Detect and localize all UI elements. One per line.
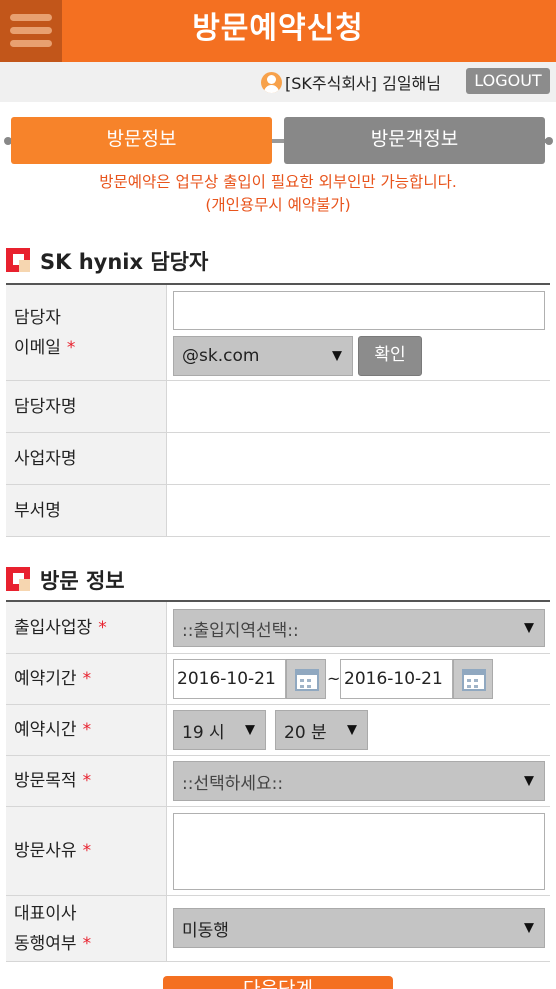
dropdown-arrow-icon: ▼ — [524, 620, 534, 636]
email-label-line1: 담당자 — [14, 307, 61, 328]
user-icon — [261, 72, 282, 93]
hour-select-value: 19 시 — [182, 722, 225, 743]
purpose-select[interactable]: ::선택하세요:: ▼ — [173, 761, 545, 801]
email-domain-select[interactable]: @sk.com ▼ — [173, 336, 353, 376]
time-label: 예약시간 * — [6, 705, 167, 755]
date-from-input[interactable]: 2016-10-21 — [173, 659, 286, 699]
site-select-value: ::출입지역선택:: — [182, 620, 299, 641]
dept-name-row: 부서명 — [6, 485, 550, 537]
required-mark: * — [82, 771, 92, 791]
dept-name-label: 부서명 — [6, 485, 167, 536]
logout-button[interactable]: LOGOUT — [466, 68, 550, 94]
section-title-visit: 방문 정보 — [6, 565, 125, 595]
reason-row: 방문사유 * — [6, 807, 550, 896]
purpose-row: 방문목적 * ::선택하세요:: ▼ — [6, 756, 550, 807]
manager-form: 담당자 이메일 * @sk.com ▼ 확인 담당자명 사업자명 부서명 — [6, 283, 550, 537]
page-title: 방문예약신청 — [192, 11, 364, 46]
business-name-label: 사업자명 — [6, 433, 167, 484]
email-domain-value: @sk.com — [182, 346, 260, 366]
ceo-label-line2: 동행여부 — [14, 933, 77, 954]
reason-label: 방문사유 * — [6, 807, 167, 895]
ceo-label-line1: 대표이사 — [14, 903, 77, 924]
date-separator: ~ — [327, 669, 341, 688]
email-row: 담당자 이메일 * @sk.com ▼ 확인 — [6, 285, 550, 381]
purpose-label-text: 방문목적 — [14, 771, 77, 791]
manager-name-row: 담당자명 — [6, 381, 550, 433]
required-mark: * — [66, 337, 76, 358]
email-label: 담당자 이메일 * — [6, 285, 167, 380]
dropdown-arrow-icon: ▼ — [347, 722, 357, 738]
period-row: 예약기간 * 2016-10-21 ~ 2016-10-21 — [6, 654, 550, 705]
required-mark: * — [82, 669, 92, 689]
dropdown-arrow-icon: ▼ — [245, 722, 255, 738]
section-bullet-icon — [6, 248, 30, 272]
required-mark: * — [82, 933, 92, 954]
required-mark: * — [98, 617, 107, 638]
tab-line-dot — [545, 137, 553, 145]
purpose-label: 방문목적 * — [6, 756, 167, 806]
calendar-icon[interactable] — [286, 659, 326, 699]
email-label-line2: 이메일 — [14, 337, 61, 358]
dropdown-arrow-icon: ▼ — [332, 348, 342, 364]
confirm-button[interactable]: 확인 — [358, 336, 422, 376]
minute-select[interactable]: 20 분 ▼ — [275, 710, 368, 750]
email-input[interactable] — [173, 291, 545, 330]
ceo-accompany-label: 대표이사 동행여부 * — [6, 896, 167, 961]
tab-visitor-info[interactable]: 방문객정보 — [284, 117, 545, 164]
tab-visit-info[interactable]: 방문정보 — [11, 117, 272, 164]
visit-form: 출입사업장 * ::출입지역선택:: ▼ 예약기간 * 2016-10-21 ~ 2… — [6, 600, 550, 962]
time-row: 예약시간 * 19 시 ▼ 20 분 ▼ — [6, 705, 550, 756]
ceo-accompany-row: 대표이사 동행여부 * 미동행 ▼ — [6, 896, 550, 962]
minute-select-value: 20 분 — [284, 722, 327, 743]
site-select[interactable]: ::출입지역선택:: ▼ — [173, 609, 545, 647]
app-header: 방문예약신청 — [0, 0, 556, 62]
section-title-manager: SK hynix 담당자 — [6, 246, 208, 276]
required-mark: * — [82, 841, 92, 861]
ceo-accompany-select[interactable]: 미동행 ▼ — [173, 908, 545, 948]
notice-line-1: 방문예약은 업무상 출입이 필요한 외부인만 가능합니다. — [99, 173, 457, 191]
user-name: [SK주식회사] 김일해님 — [285, 74, 441, 93]
reason-textarea[interactable] — [173, 813, 545, 890]
dropdown-arrow-icon: ▼ — [524, 920, 534, 936]
next-step-button[interactable]: 다음단계 — [163, 976, 393, 989]
calendar-icon[interactable] — [453, 659, 493, 699]
section-title-text: SK hynix 담당자 — [40, 250, 209, 274]
dropdown-arrow-icon: ▼ — [524, 773, 534, 789]
reason-label-text: 방문사유 — [14, 841, 77, 861]
notice-line-2: (개인용무시 예약불가) — [205, 196, 351, 214]
site-label-text: 출입사업장 — [14, 617, 93, 638]
site-label: 출입사업장 * — [6, 602, 167, 653]
business-name-row: 사업자명 — [6, 433, 550, 485]
period-label-text: 예약기간 — [14, 669, 77, 689]
ceo-accompany-value: 미동행 — [182, 920, 229, 941]
section-bullet-icon — [6, 567, 30, 591]
time-label-text: 예약시간 — [14, 720, 77, 740]
hour-select[interactable]: 19 시 ▼ — [173, 710, 266, 750]
required-mark: * — [82, 720, 92, 740]
manager-name-label: 담당자명 — [6, 381, 167, 432]
period-label: 예약기간 * — [6, 654, 167, 704]
date-to-input[interactable]: 2016-10-21 — [340, 659, 453, 699]
site-row: 출입사업장 * ::출입지역선택:: ▼ — [6, 602, 550, 654]
purpose-select-value: ::선택하세요:: — [182, 773, 284, 794]
notice-text: 방문예약은 업무상 출입이 필요한 외부인만 가능합니다. (개인용무시 예약불… — [0, 171, 556, 217]
section-title-text: 방문 정보 — [40, 569, 125, 593]
